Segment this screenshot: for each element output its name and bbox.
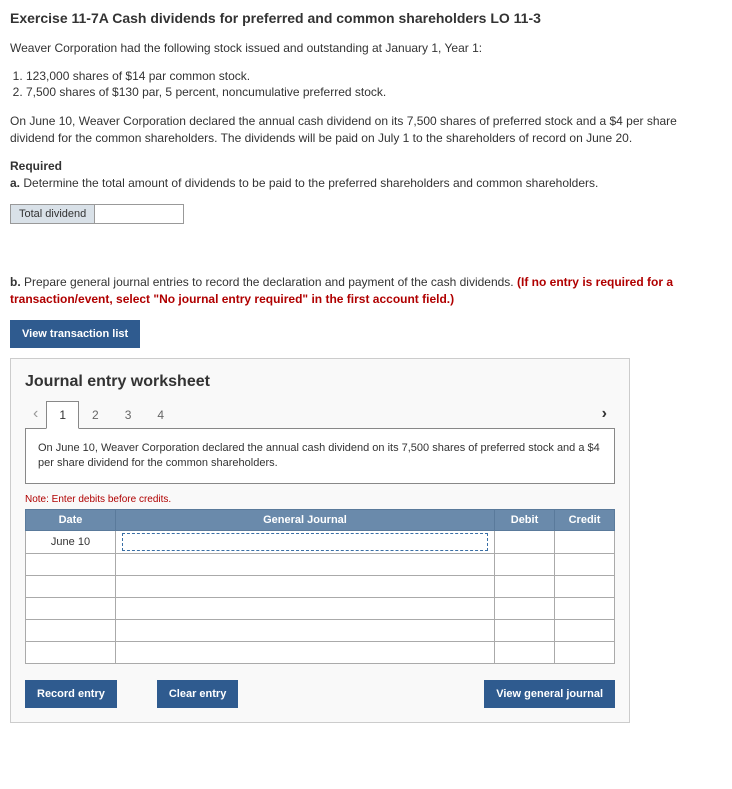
clear-entry-button[interactable]: Clear entry <box>157 680 238 708</box>
credit-cell[interactable] <box>555 642 615 664</box>
total-dividend-label: Total dividend <box>10 204 94 224</box>
worksheet-nav: ‹ 1 2 3 4 › <box>25 401 615 428</box>
table-row <box>26 642 615 664</box>
req-b-text: Prepare general journal entries to recor… <box>21 275 517 289</box>
header-debit: Debit <box>495 510 555 531</box>
account-cell[interactable] <box>116 554 495 576</box>
record-entry-button[interactable]: Record entry <box>25 680 117 708</box>
req-a-text: Determine the total amount of dividends … <box>20 176 598 190</box>
tab-description: On June 10, Weaver Corporation declared … <box>25 428 615 485</box>
total-dividend-row: Total dividend <box>10 204 722 224</box>
debit-cell[interactable] <box>495 642 555 664</box>
credit-cell[interactable] <box>555 598 615 620</box>
debit-cell[interactable] <box>495 620 555 642</box>
credit-cell[interactable] <box>555 531 615 554</box>
account-cell[interactable] <box>116 576 495 598</box>
journal-entry-table: Date General Journal Debit Credit June 1… <box>25 509 615 664</box>
list-item: 7,500 shares of $130 par, 5 percent, non… <box>26 85 722 99</box>
date-cell <box>26 620 116 642</box>
date-cell <box>26 554 116 576</box>
account-cell[interactable] <box>116 620 495 642</box>
debit-cell[interactable] <box>495 598 555 620</box>
worksheet-buttons: Record entry Clear entry View general jo… <box>25 680 615 708</box>
tab-4[interactable]: 4 <box>144 401 177 428</box>
table-row <box>26 620 615 642</box>
intro-text: Weaver Corporation had the following sto… <box>10 40 722 57</box>
credit-cell[interactable] <box>555 576 615 598</box>
credit-cell[interactable] <box>555 620 615 642</box>
required-label: Required <box>10 159 62 173</box>
chevron-right-icon[interactable]: › <box>594 405 615 423</box>
exercise-title: Exercise 11-7A Cash dividends for prefer… <box>10 10 722 26</box>
tab-3[interactable]: 3 <box>112 401 145 428</box>
table-row <box>26 554 615 576</box>
debits-note: Note: Enter debits before credits. <box>25 494 615 505</box>
debit-cell[interactable] <box>495 554 555 576</box>
header-general-journal: General Journal <box>116 510 495 531</box>
chevron-left-icon[interactable]: ‹ <box>25 405 46 423</box>
credit-cell[interactable] <box>555 554 615 576</box>
date-cell: June 10 <box>26 531 116 554</box>
table-row: June 10 <box>26 531 615 554</box>
date-cell <box>26 576 116 598</box>
table-row <box>26 598 615 620</box>
header-credit: Credit <box>555 510 615 531</box>
header-date: Date <box>26 510 116 531</box>
stock-list: 123,000 shares of $14 par common stock. … <box>26 69 722 99</box>
table-row <box>26 576 615 598</box>
debit-cell[interactable] <box>495 531 555 554</box>
view-transaction-list-button[interactable]: View transaction list <box>10 320 140 348</box>
date-cell <box>26 642 116 664</box>
req-b-label: b. <box>10 275 21 289</box>
tab-1[interactable]: 1 <box>46 401 79 429</box>
req-a-label: a. <box>10 176 20 190</box>
account-cell[interactable] <box>116 642 495 664</box>
debit-cell[interactable] <box>495 576 555 598</box>
list-item: 123,000 shares of $14 par common stock. <box>26 69 722 83</box>
journal-worksheet: Journal entry worksheet ‹ 1 2 3 4 › On J… <box>10 358 630 724</box>
req-b-section: b. Prepare general journal entries to re… <box>10 274 722 308</box>
view-general-journal-button[interactable]: View general journal <box>484 680 615 708</box>
tab-list: 1 2 3 4 <box>46 401 177 428</box>
account-cell[interactable] <box>116 598 495 620</box>
dividend-paragraph: On June 10, Weaver Corporation declared … <box>10 113 722 147</box>
required-section: Required a. Determine the total amount o… <box>10 158 722 192</box>
date-cell <box>26 598 116 620</box>
account-cell[interactable] <box>116 531 495 554</box>
worksheet-title: Journal entry worksheet <box>25 373 615 391</box>
tab-2[interactable]: 2 <box>79 401 112 428</box>
total-dividend-input[interactable] <box>94 204 184 224</box>
